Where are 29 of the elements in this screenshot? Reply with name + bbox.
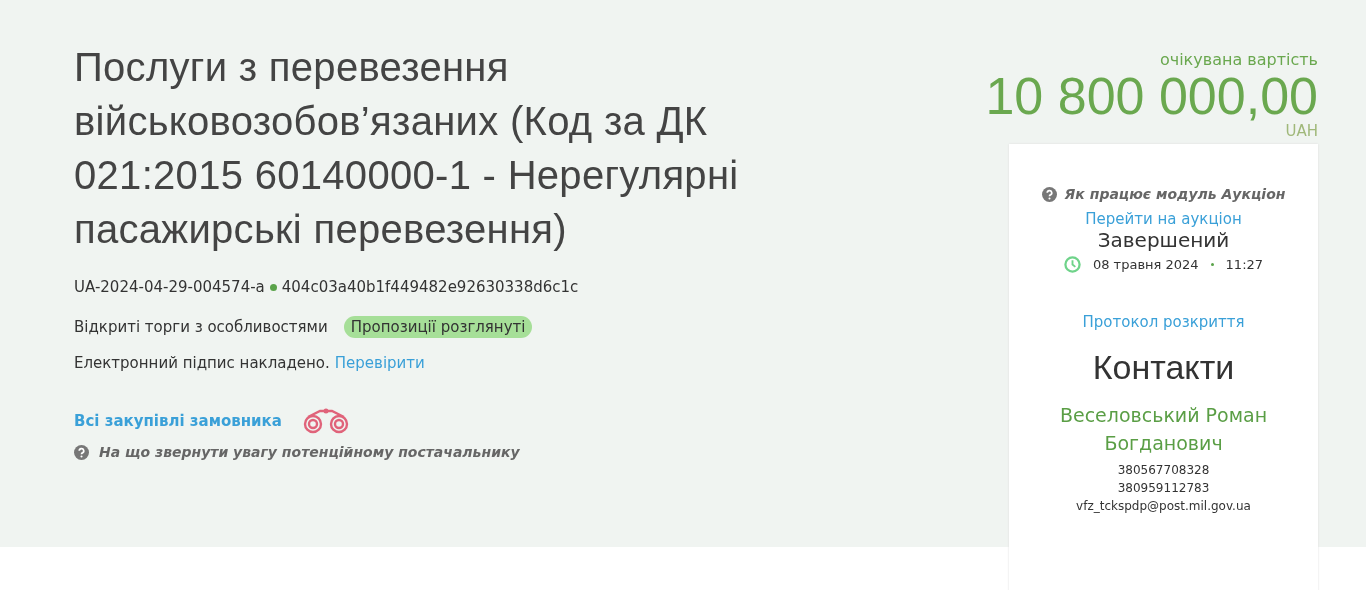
all-purchases-link[interactable]: Всі закупівлі замовника xyxy=(74,412,282,430)
contact-phone: 380959112783 xyxy=(1117,480,1210,497)
expected-value: 10 800 000,00 xyxy=(985,69,1318,123)
auction-link[interactable]: Перейти на аукціон xyxy=(1085,210,1242,228)
supplier-hint[interactable]: На що звернути увагу потенційному постачальнику xyxy=(99,444,520,460)
value-label: очікувана вартість xyxy=(1159,50,1318,69)
contact-name: Веселовський Роман Богданович xyxy=(1058,403,1269,456)
contacts-title: Контакти xyxy=(1092,347,1235,387)
clock-icon xyxy=(1063,256,1081,273)
protocol-link[interactable]: Протокол розкриття xyxy=(1082,313,1245,331)
tender-hash: 404c03a40b1f449482e92630338d6c1c xyxy=(281,278,579,296)
help-icon xyxy=(74,444,89,460)
signature-text: Електронний підпис накладено. xyxy=(74,354,330,372)
verify-link[interactable]: Перевірити xyxy=(334,354,425,372)
help-icon xyxy=(1041,186,1057,202)
contact-phone: 380567708328 xyxy=(1117,462,1210,479)
dot-icon xyxy=(269,283,277,291)
binoculars-icon[interactable] xyxy=(301,408,350,434)
contact-email: vfz_tckspdp@post.mil.gov.ua xyxy=(1076,498,1251,515)
procedure-type: Відкриті торги з особливостями xyxy=(74,318,328,336)
tender-title: Послуги з перевезення військовозобов’язаних (Код за ДК 021:2015 60140000-1 - Нерегулярні пасажирські перевезення) xyxy=(74,44,740,253)
auction-time: 11:27 xyxy=(1225,257,1264,272)
dot-icon xyxy=(1210,263,1214,266)
currency: UAH xyxy=(1285,123,1318,140)
auction-help[interactable]: Як працює модуль Аукціон xyxy=(1064,186,1286,202)
tender-id: UA-2024-04-29-004574-a xyxy=(74,278,265,296)
status-badge: Пропозиції розглянуті xyxy=(343,316,533,338)
auction-status: Завершений xyxy=(1097,228,1230,252)
auction-date: 08 травня 2024 xyxy=(1092,257,1199,272)
